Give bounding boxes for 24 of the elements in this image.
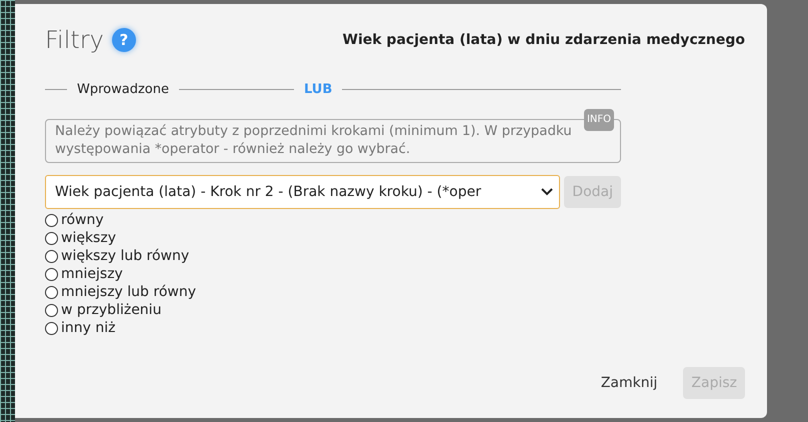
radio-button[interactable] [45,286,58,298]
dialog-subtitle: Wiek pacjenta (lata) w dniu zdarzenia medycznego [342,32,745,48]
radio-button[interactable] [45,322,58,334]
radio-button[interactable] [45,250,58,262]
radio-label: większy lub równy [61,247,190,265]
close-button[interactable]: Zamknij [590,367,668,399]
radio-label: równy [61,211,104,229]
radio-label: mniejszy [61,265,123,283]
radio-button[interactable] [45,304,58,316]
radio-button[interactable] [45,268,58,280]
radio-label: w przybliżeniu [61,301,162,319]
radio-label: mniejszy lub równy [61,283,196,301]
radio-label: inny niż [61,319,116,337]
info-badge: INFO [584,109,614,131]
tab[interactable]: Wprowadzone [67,82,179,96]
attribute-select[interactable]: Wiek pacjenta (lata) - Krok nr 2 - (Brak nazwy kroku) - (*oper [45,175,560,209]
info-text: Należy powiązać atrybuty z poprzednimi krokami (minimum 1). W przypadku występowania *operator - również należy go wybrać. [55,124,572,157]
dialog-title: Filtry [45,26,104,54]
chevron-down-icon [540,187,554,197]
tab[interactable]: LUB [294,82,342,96]
radio-button[interactable] [45,214,58,226]
help-icon[interactable]: ? [112,28,136,52]
radio-label: większy [61,229,116,247]
radio-button[interactable] [45,232,58,244]
